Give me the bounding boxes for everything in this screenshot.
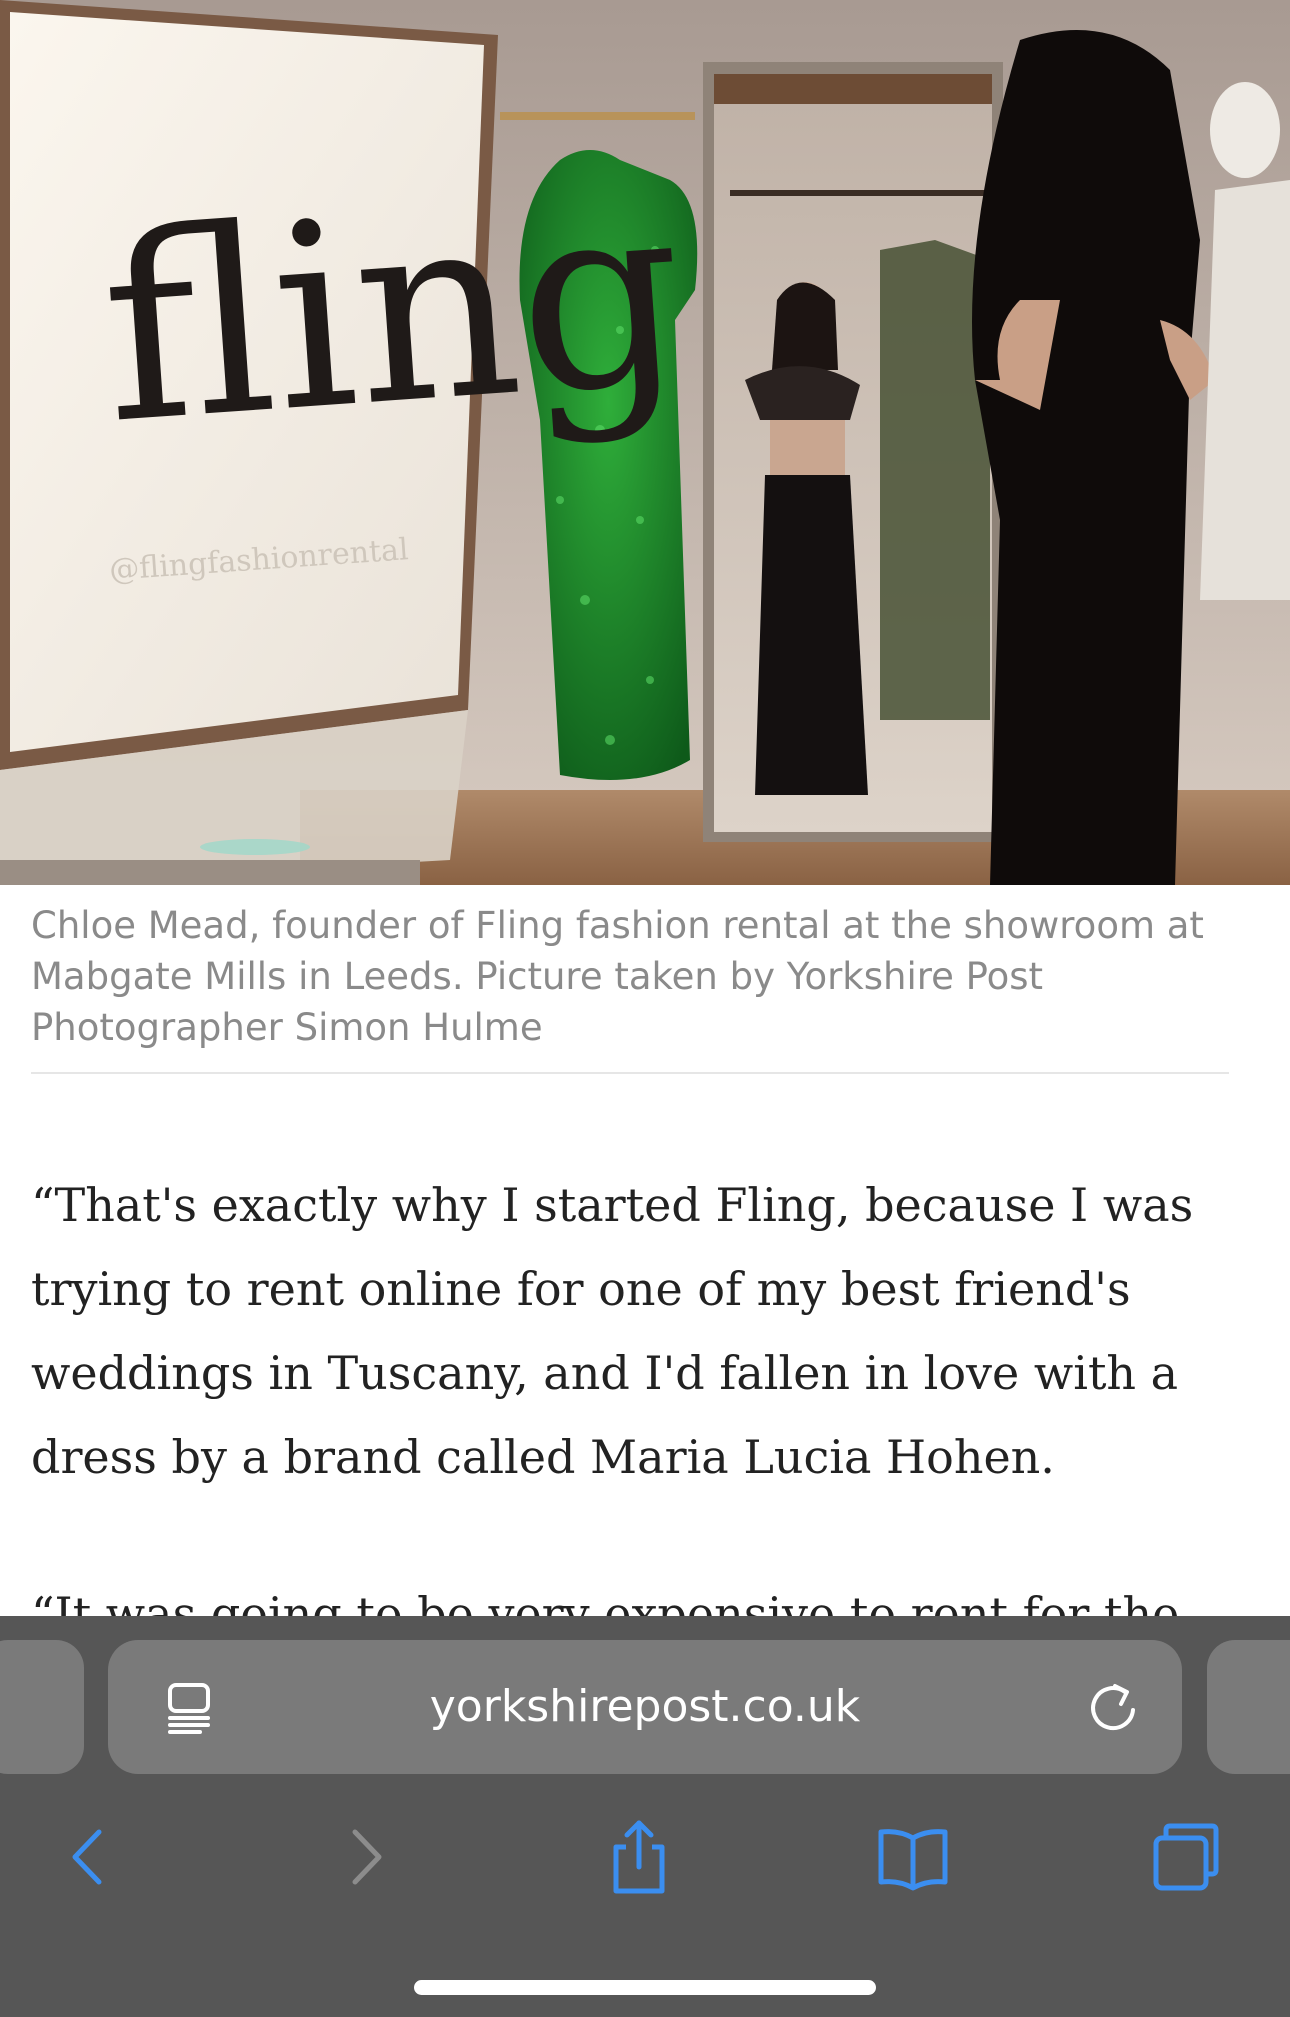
share-button[interactable]	[594, 1812, 684, 1902]
url-text[interactable]: yorkshirepost.co.uk	[108, 1678, 1182, 1736]
home-indicator[interactable]	[414, 1980, 876, 1995]
chevron-left-icon	[72, 1829, 102, 1885]
previous-tab-preview[interactable]	[0, 1640, 84, 1774]
tabs-button[interactable]	[1142, 1812, 1232, 1902]
book-icon	[878, 1829, 948, 1891]
share-icon	[613, 1820, 665, 1894]
article-photo: fling @flingfashionrental	[0, 0, 1290, 885]
chevron-right-icon	[352, 1829, 382, 1885]
address-bar[interactable]: yorkshirepost.co.uk	[108, 1640, 1182, 1774]
sign-logo-text: fling	[94, 144, 692, 481]
next-tab-preview[interactable]	[1207, 1640, 1290, 1774]
photo-caption: Chloe Mead, founder of Fling fashion ren…	[31, 904, 1204, 1049]
bookmarks-button[interactable]	[868, 1812, 958, 1902]
forward-button[interactable]	[322, 1812, 412, 1902]
back-button[interactable]	[42, 1812, 132, 1902]
browser-toolbar: yorkshirepost.co.uk	[0, 1616, 1290, 2017]
tabs-icon	[1153, 1823, 1219, 1891]
reload-icon[interactable]	[1085, 1678, 1141, 1736]
caption-divider	[31, 1072, 1229, 1074]
article-paragraph: “That's exactly why I started Fling, bec…	[31, 1178, 1194, 1484]
